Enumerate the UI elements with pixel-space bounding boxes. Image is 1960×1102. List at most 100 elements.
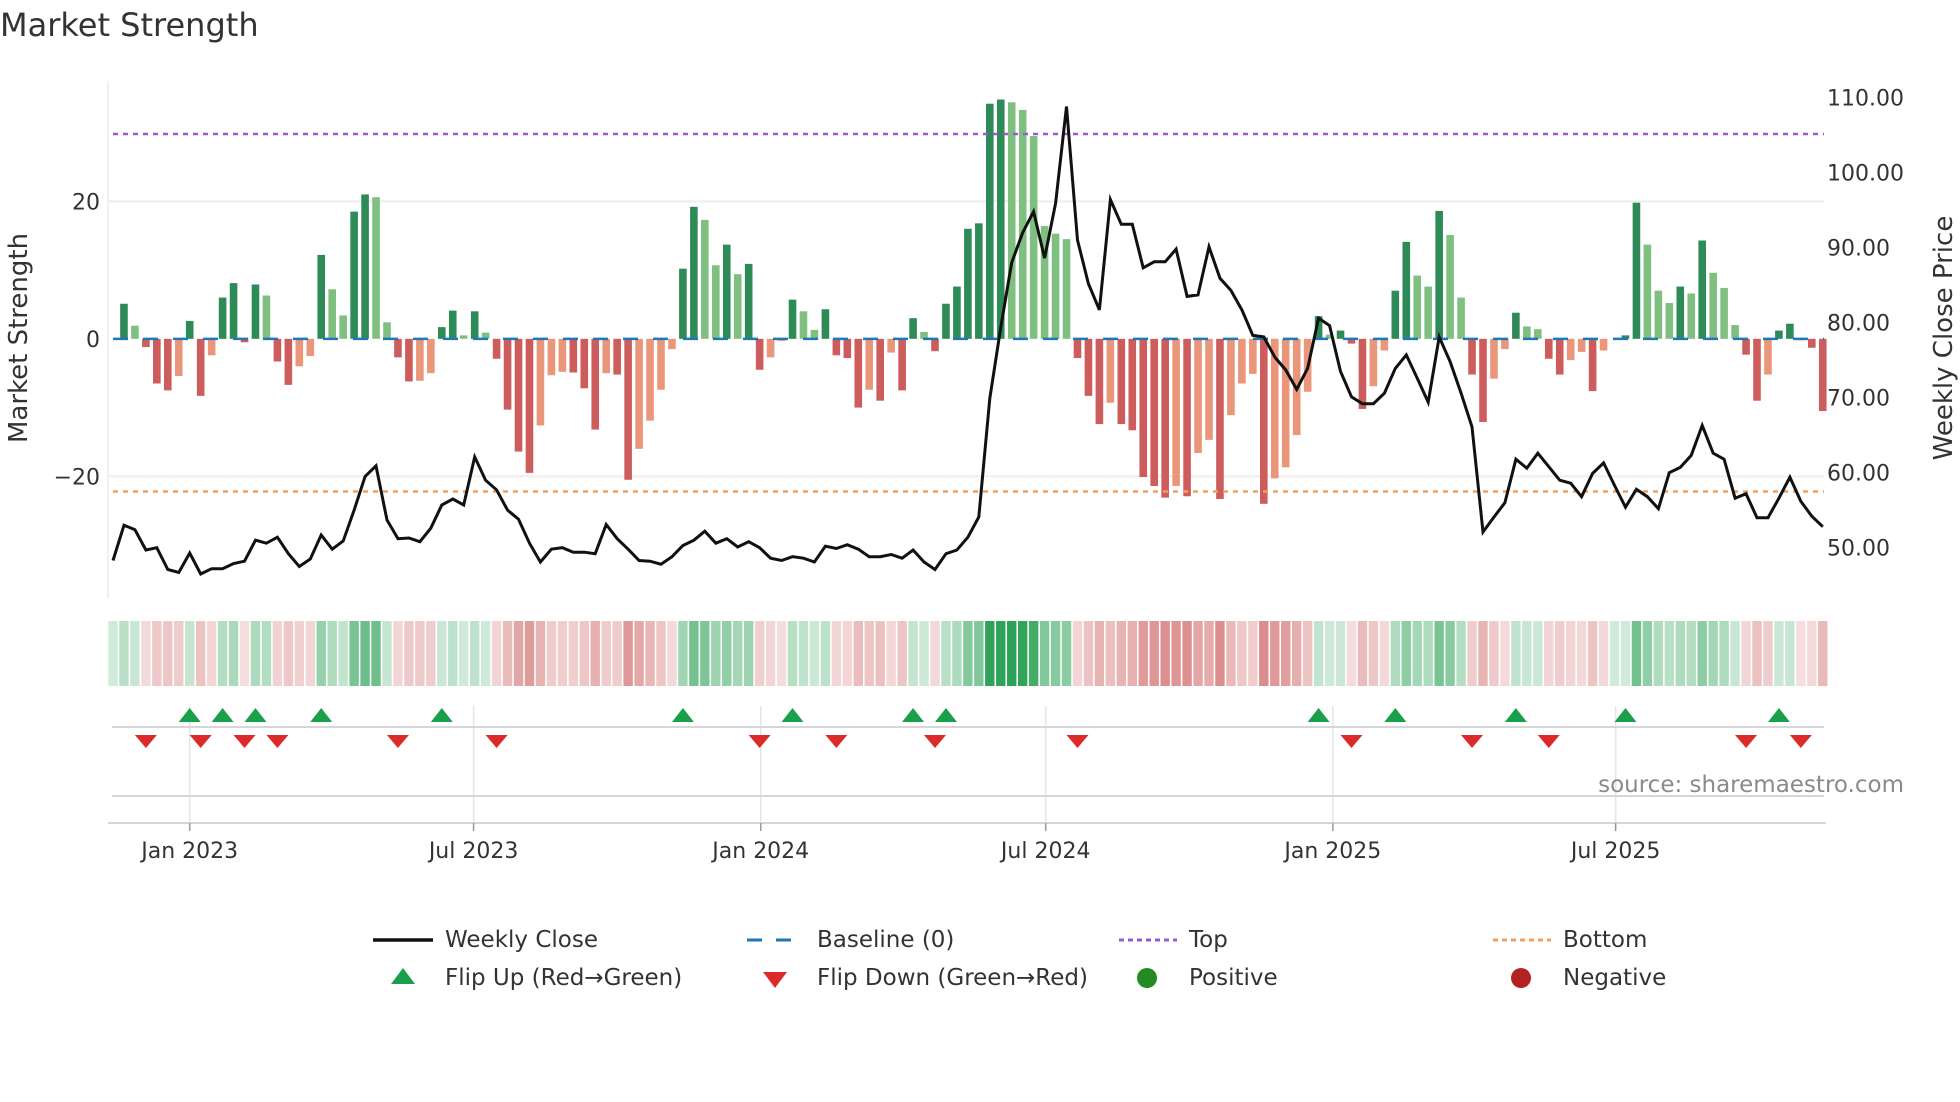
bar-negative xyxy=(174,338,183,376)
bar-positive xyxy=(448,310,457,339)
flip-up-marker xyxy=(430,708,453,722)
strength-strip-cell xyxy=(1565,621,1576,686)
dash-line-icon xyxy=(745,925,807,955)
bar-negative xyxy=(273,338,282,362)
bar-negative xyxy=(854,338,863,408)
strength-strip-cell xyxy=(1028,621,1039,686)
strength-strip-cell xyxy=(513,621,524,686)
strength-strip-cell xyxy=(1555,621,1565,686)
strength-strip-cell xyxy=(963,621,973,686)
bar-negative xyxy=(1260,338,1268,504)
x-tick-label: Jan 2023 xyxy=(139,839,238,864)
bar-positive xyxy=(799,311,808,339)
bar-negative xyxy=(295,338,304,367)
legend-label: Top xyxy=(1189,927,1228,953)
strength-strip-cell xyxy=(1807,621,1817,686)
bar-positive xyxy=(185,320,194,339)
strength-strip-cell xyxy=(404,621,414,686)
bar-negative xyxy=(306,338,315,356)
flip-up-marker xyxy=(244,708,267,722)
strength-strip-cell xyxy=(930,621,940,686)
legend-label: Flip Down (Green→Red) xyxy=(817,965,1088,991)
strength-strip-cell xyxy=(1248,621,1258,686)
bar-negative xyxy=(635,338,643,449)
flip-down-marker xyxy=(1789,735,1812,748)
bar-negative xyxy=(646,338,654,421)
bar-negative xyxy=(1150,338,1158,486)
strength-strip-cell xyxy=(919,621,929,686)
right-tick-label: 70.00 xyxy=(1827,387,1890,412)
bar-negative xyxy=(153,338,161,384)
bar-negative xyxy=(931,338,939,352)
bar-negative xyxy=(887,338,895,353)
strength-strip-cell xyxy=(1785,621,1795,686)
strength-strip-cell xyxy=(1434,621,1444,686)
strength-strip-cell xyxy=(1456,621,1466,686)
strength-strip-cell xyxy=(294,621,305,686)
bar-positive xyxy=(459,335,468,339)
legend-bottom: Bottom xyxy=(1491,925,1647,955)
bar-negative xyxy=(1095,338,1104,425)
bar-positive xyxy=(788,299,797,339)
bar-negative xyxy=(514,338,523,452)
strength-strip-cell xyxy=(1105,621,1116,686)
strength-strip-cell xyxy=(1379,621,1390,686)
strength-strip-cell xyxy=(1796,621,1806,686)
flip-up-marker xyxy=(781,708,804,722)
strength-strip-cell xyxy=(1598,621,1609,686)
strength-strip-cell xyxy=(1686,621,1696,686)
strength-strip-cell xyxy=(820,621,831,686)
strength-strip-cell xyxy=(327,621,337,686)
strength-strip-cell xyxy=(195,621,206,686)
flip-up-marker xyxy=(671,708,694,722)
bar-positive xyxy=(1446,235,1454,339)
strength-strip-cell xyxy=(1642,621,1653,686)
bar-negative xyxy=(547,338,556,376)
flip-up-marker xyxy=(934,708,957,722)
strength-strip-cell xyxy=(119,621,129,686)
strength-strip-cell xyxy=(1522,621,1532,686)
strength-strip-cell xyxy=(141,621,151,686)
bar-positive xyxy=(1457,297,1465,339)
bar-negative xyxy=(1753,338,1761,401)
strength-strip-cell xyxy=(776,621,787,686)
x-tick-label: Jan 2024 xyxy=(710,839,809,864)
strength-strip-cell xyxy=(875,621,885,686)
x-tick-label: Jul 2023 xyxy=(427,839,519,864)
legend-label: Weekly Close xyxy=(445,927,598,953)
bar-negative xyxy=(865,338,874,390)
strength-strip-cell xyxy=(1445,621,1455,686)
strength-strip-cell xyxy=(163,621,173,686)
bar-positive xyxy=(1029,136,1038,339)
bar-negative xyxy=(525,338,534,473)
bar-negative xyxy=(602,338,610,374)
bar-negative xyxy=(1599,338,1608,351)
bar-negative xyxy=(503,338,512,410)
strength-strip-cell xyxy=(634,621,644,686)
bar-negative xyxy=(492,338,501,359)
strength-strip-cell xyxy=(1182,621,1192,686)
strength-strip-cell xyxy=(1270,621,1280,686)
strength-strip-cell xyxy=(743,621,754,686)
strength-strip-cell xyxy=(1094,621,1105,686)
strength-strip-cell xyxy=(338,621,348,686)
right-tick-label: 60.00 xyxy=(1827,462,1890,487)
strength-strip-cell xyxy=(809,621,820,686)
bar-positive xyxy=(712,265,720,339)
bar-negative xyxy=(1479,338,1487,422)
bar-negative xyxy=(1249,338,1257,374)
strength-strip-cell xyxy=(689,621,699,686)
strength-strip-cell xyxy=(185,621,195,686)
strength-strip-cell xyxy=(1544,621,1554,686)
flip-up-marker xyxy=(211,708,234,722)
bar-negative xyxy=(1566,338,1575,361)
dotted-line-icon xyxy=(1117,925,1179,955)
bar-negative xyxy=(766,338,775,358)
circle-green-icon xyxy=(1117,963,1179,993)
dotted-line-icon xyxy=(1491,925,1553,955)
bar-positive xyxy=(218,297,227,339)
bar-positive xyxy=(1051,233,1060,339)
flip-up-marker xyxy=(1614,708,1637,722)
strength-strip-cell xyxy=(908,621,918,686)
bar-positive xyxy=(1534,329,1542,339)
